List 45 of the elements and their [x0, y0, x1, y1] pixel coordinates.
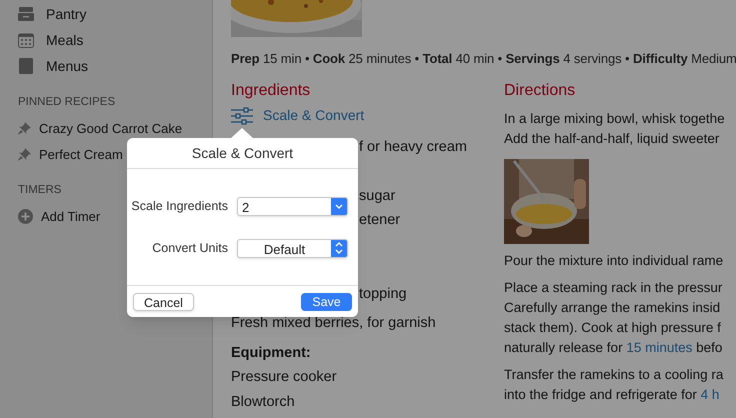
direction-text: stack them). Cook at high pressure f: [504, 318, 722, 337]
section-heading: Ingredients: [231, 80, 312, 100]
sidebar-item[interactable]: Menus: [18, 53, 212, 79]
sidebar-item[interactable]: Meals: [18, 27, 212, 53]
field-label: Convert Units: [151, 240, 228, 257]
section-heading: Directions: [504, 80, 576, 100]
pin-icon: [18, 122, 31, 135]
up-down-chevron-icon: [335, 242, 343, 254]
direction-text: naturally release for: [504, 340, 624, 354]
direction-text: Transfer the ramekins to a cooling ra: [504, 366, 724, 384]
drawer-icon: [18, 7, 34, 21]
ingredient-text: f or heavy cream: [359, 138, 467, 154]
ingredient-text: topping: [359, 286, 407, 302]
direction-text: Pour the mixture into individual rame: [504, 252, 724, 270]
combo-box[interactable]: 2: [237, 196, 348, 216]
ingredient-text: etener: [359, 212, 400, 228]
direction-text: into the fridge and refrigerate for: [504, 386, 698, 402]
ingredient-text: sugar: [359, 188, 396, 204]
equipment-heading: Equipment:: [231, 344, 312, 362]
section-header: PINNED RECIPES: [18, 95, 116, 110]
direction-text: befo: [695, 340, 722, 354]
equipment-item: Blowtorch: [231, 393, 296, 412]
timer-link[interactable]: 15 minutes: [626, 340, 692, 354]
chevron-down-icon: [335, 204, 343, 208]
recipe-meta: Prep 15 min • Cook 25 minutes • Total 40 min • Servings 4 servings • Difficulty Medium: [231, 50, 736, 68]
popup-button[interactable]: Default: [237, 238, 348, 258]
field-label: Scale Ingredients: [130, 198, 228, 215]
direction-text: Add the half-and-half, liquid sweeter: [504, 130, 720, 148]
sliders-icon: [231, 106, 253, 126]
calendar-icon: [18, 32, 34, 48]
equipment-item: Pressure cooker: [231, 368, 338, 388]
section-header: TIMERS: [18, 183, 62, 198]
sidebar-item[interactable]: Pantry: [18, 1, 212, 27]
save-button[interactable]: Save: [301, 292, 352, 310]
direction-text: Place a steaming rack in the pressur: [504, 278, 724, 297]
ingredient-text: Fresh mixed berries, for garnish: [231, 315, 436, 331]
pin-icon: [18, 148, 31, 161]
timer-link[interactable]: 4 h: [700, 386, 720, 402]
book-icon: [19, 58, 33, 74]
add-icon: [18, 209, 33, 224]
scale-convert-link[interactable]: Scale & Convert: [263, 105, 364, 126]
cancel-button[interactable]: Cancel: [133, 292, 194, 310]
popover-title: Scale & Convert: [127, 138, 358, 169]
direction-text: In a large mixing bowl, whisk togethe: [504, 110, 726, 128]
direction-text: Carefully arrange the ramekins insid: [504, 298, 722, 317]
